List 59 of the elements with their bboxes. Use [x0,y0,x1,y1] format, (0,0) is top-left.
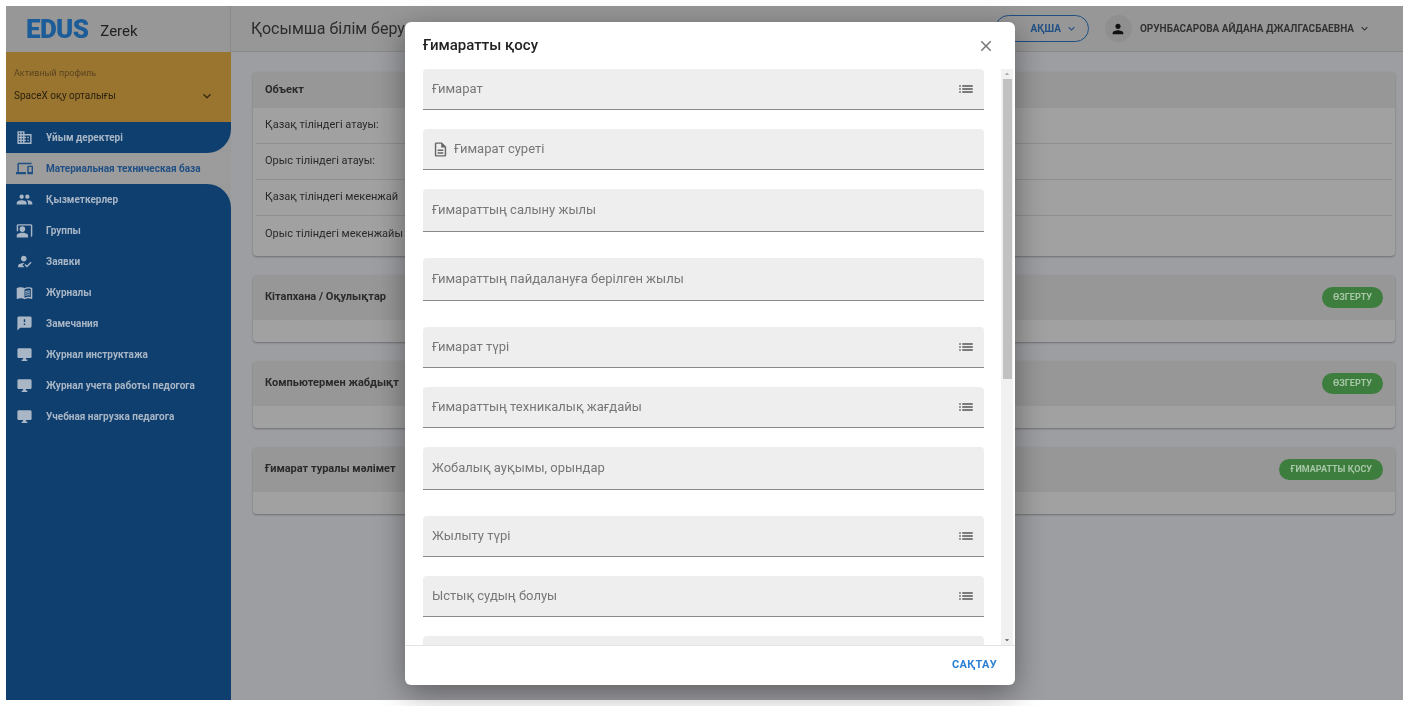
user-menu[interactable]: ОРУНБАСАРОВА АЙДАНА ДЖАЛГАСБАЕВНА [1139,21,1383,36]
input-field[interactable]: Жобалық ауқымы, орындар [423,447,984,490]
input-field[interactable]: Ғимараттың салыну жылы [423,189,984,232]
menu-icon [16,315,33,332]
file-upload-field[interactable]: Ғимарат суреті [423,129,984,170]
menu-icon [16,377,33,394]
field-placeholder: Ыстық судың болуы [432,587,559,606]
field-placeholder: Жобалық ауқымы, орындар [432,459,606,478]
dialog-title: Ғимаратты қосу [423,35,538,57]
select-field[interactable]: Ғимарат түрі [423,327,984,368]
sidebar-item[interactable]: Группы [6,215,231,246]
card-title: Ғимарат туралы мәлімет [265,461,396,478]
logo-brand: EDUS [26,12,89,46]
sidebar-item[interactable]: Ұйым деректері [6,122,231,153]
field-placeholder: Ғимараттың пайдалануға берілген жылы [432,270,685,289]
card-title: Кітапхана / Оқулықтар [265,289,386,306]
field-placeholder: Ғимараттың салыну жылы [432,201,598,220]
sidebar-item[interactable]: Учебная нагрузка педагога [6,401,231,432]
logo-product: Zerek [100,20,138,42]
field-label: Қазақ тіліндегі мекенжай [265,189,399,206]
sidebar-item[interactable]: Қызметкерлер [6,184,231,215]
menu-icon [16,160,33,177]
profile-name: SpaceX оқу орталығы [14,89,116,103]
field-label: Қазақ тіліндегі атауы: [265,117,379,134]
menu-icon [16,253,33,270]
input-field[interactable]: Ғимараттың пайдалануға берілген жылы [423,258,984,301]
avatar[interactable] [1104,15,1132,42]
sidebar-item[interactable]: Журналы [6,277,231,308]
field-placeholder: Жылыту түрі [432,527,512,546]
select-field[interactable]: Ғимарат [423,69,984,110]
select-field[interactable]: Ыстық судың болуы [423,576,984,617]
profile-label: Активный профиль [14,67,98,80]
menu-icon [16,346,33,363]
scrollbar[interactable] [1001,69,1013,645]
sidebar-item[interactable]: Замечания [6,308,231,339]
profile-panel[interactable]: Активный профиль SpaceX оқу орталығы [6,52,231,122]
menu-icon [16,284,33,301]
save-button[interactable]: САҚТАУ [952,657,997,674]
sidebar-item[interactable]: Журнал учета работы педогога [6,370,231,401]
select-field[interactable]: Жылыту түрі [423,516,984,557]
field-placeholder: Ғимараттың техникалық жағдайы [432,398,643,417]
menu-icon [16,129,33,146]
select-field[interactable]: Ғимараттың техникалық жағдайы [423,387,984,428]
card-title: Объект [265,81,304,98]
action-button[interactable]: ҒИМАРАТТЫ ҚОСУ [1279,459,1383,480]
field-placeholder: Ғимарат түрі [432,338,511,357]
sidebar-item[interactable]: Заявки [6,246,231,277]
card-title: Компьютермен жабдықт [265,375,399,392]
action-button[interactable]: ӨЗГЕРТУ [1322,373,1383,394]
page-title: Қосымша білім беру [251,17,406,40]
menu-icon [16,408,33,425]
field-label: Орыс тіліндегі атауы: [265,153,376,170]
sidebar-item[interactable]: Журнал инструктажа [6,339,231,370]
document-icon [432,140,449,158]
field-placeholder: Ғимарат суреті [454,140,546,159]
field-placeholder: Ғимарат [432,80,484,99]
field-label: Орыс тіліндегі мекенжайы [265,225,403,242]
action-button[interactable]: ӨЗГЕРТУ [1322,287,1383,308]
menu-icon [16,222,33,239]
